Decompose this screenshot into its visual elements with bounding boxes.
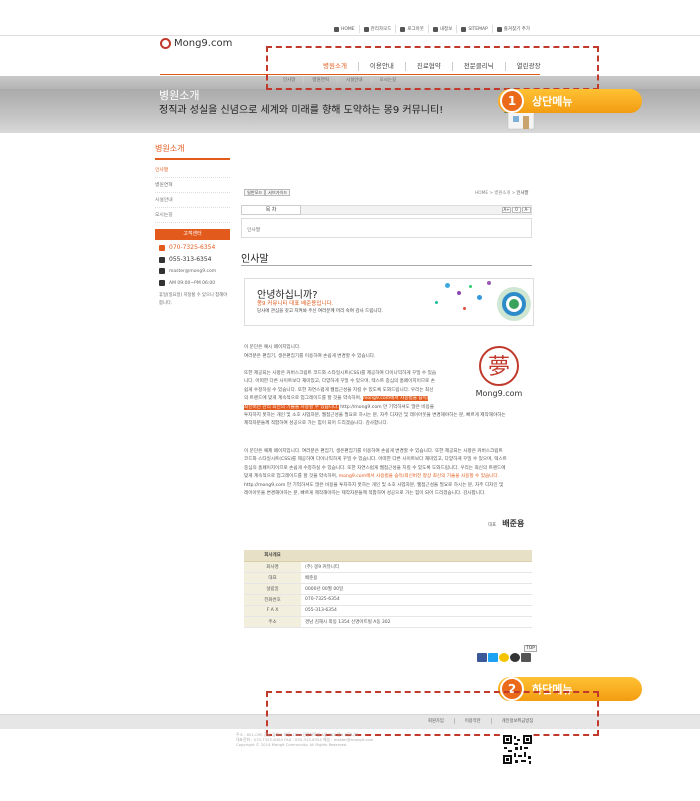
decor-dot <box>477 295 482 300</box>
table-row: 회사개요 <box>244 550 532 562</box>
greeting-box: 안녕하십니까? 몽9 커뮤니티 대표 배준용입니다. 당사에 관심을 갖고 지켜… <box>244 278 534 326</box>
gear-icon <box>363 26 369 32</box>
seal-character: 夢 <box>488 355 510 380</box>
util-sitemap[interactable]: SITEMAP <box>456 25 491 33</box>
company-info-table: 회사개요 회사명 (주) 몽9 커뮤니티 대표 배준용 설립일 0000년 00월 0… <box>244 550 532 628</box>
toc-list: 인사말 <box>241 218 532 238</box>
phone-icon <box>159 244 165 251</box>
font-size-control: A+ 0 A- <box>502 207 531 213</box>
banner-slogan: 정직과 성실을 신념으로 세계와 미래를 향해 도약하는 몽9 커뮤니티! <box>159 105 444 116</box>
mong9-seal-logo-icon: 夢 Mong9.com <box>476 346 523 398</box>
ceo-signature: 대표 배준용 <box>488 519 525 528</box>
body-paragraph-1-cont: 투자하지 못하는 개인 및 소호 사업자분, 웹접근성을 필요로 하시는 분, … <box>244 413 506 427</box>
bottom-menu-highlight <box>266 691 599 736</box>
toc-tab[interactable]: 목 차 <box>241 205 301 215</box>
customer-center-title: 고객센터 <box>155 229 230 240</box>
breadcrumb-current: 인사말 <box>516 191 529 196</box>
table-row: 회사명 (주) 몽9 커뮤니티 <box>244 561 532 573</box>
twitter-icon[interactable] <box>488 653 498 662</box>
home-icon <box>334 26 339 32</box>
table-row: F A X 055-313-6354 <box>244 605 532 617</box>
cs-email[interactable]: master@mong9.com <box>159 268 216 274</box>
callout-top-menu: 1 상단메뉴 <box>498 89 642 113</box>
sitemap-icon <box>461 26 467 32</box>
decor-dot <box>457 291 461 295</box>
mode-normal-button[interactable]: 일반모드 <box>244 189 266 196</box>
breadcrumb-section[interactable]: 병원소개 <box>494 191 510 196</box>
font-decrease-button[interactable]: A- <box>522 207 531 213</box>
decor-dot <box>469 285 472 288</box>
body-paragraph-2: 이 문단은 예제 페이지입니다. 여러분은 편집기, 생은편집기를 이용하여 손… <box>244 449 507 497</box>
sidebar-menu: 인사말 병원연혁 시설안내 오시는길 <box>155 163 230 223</box>
qr-code-icon <box>502 734 533 765</box>
sidebar-item-history[interactable]: 병원연혁 <box>155 178 230 193</box>
print-icon[interactable] <box>521 653 531 662</box>
top-menu-highlight <box>266 46 599 90</box>
user-icon <box>432 26 438 32</box>
util-bookmark[interactable]: 즐겨찾기 추가 <box>491 25 534 33</box>
cs-hours: AM 09:00~PM 06:00 <box>159 280 215 286</box>
mail-icon <box>159 268 165 274</box>
fax-icon <box>159 256 165 263</box>
page-title-divider <box>241 265 532 266</box>
seal-label: Mong9.com <box>476 389 523 398</box>
cs-fax: 055-313-6354 <box>159 256 212 263</box>
intro-paragraph: 이 문단은 예시 페이지입니다. 여러분은 편집기, 생은편집기를 이용하여 손… <box>244 345 376 359</box>
decor-dot <box>445 283 450 288</box>
sidebar-item-greeting[interactable]: 인사말 <box>155 163 230 178</box>
page-title: 인사말 <box>241 254 269 265</box>
font-increase-button[interactable]: A+ <box>502 207 511 213</box>
util-logout[interactable]: 로그아웃 <box>395 25 428 33</box>
cs-phone: 070-7325-6354 <box>159 244 215 251</box>
decor-circle <box>509 299 519 309</box>
sns-share <box>477 653 531 662</box>
table-row: 주소 경남 김해시 외동 1354 신명아트빌 A동 302 <box>244 616 532 628</box>
cs-note: 휴일(일요일) 지정될 수 있으니 참해야 합니다. <box>159 293 228 306</box>
decor-dot <box>463 307 466 310</box>
sidebar-title: 병원소개 <box>155 144 185 153</box>
facebook-icon[interactable] <box>477 653 487 662</box>
site-logo[interactable]: Mong9.com <box>160 38 232 49</box>
util-divider <box>0 35 700 36</box>
table-row: 대표 배준용 <box>244 572 532 584</box>
table-row: 전화번호 070-7325-6354 <box>244 594 532 606</box>
footer-address: 주소 : 621-090 경남 김해시 외동 1354 신명아트빌 A동 302… <box>236 732 374 748</box>
star-icon <box>496 26 502 32</box>
callout-label: 상단메뉴 <box>532 95 573 108</box>
clock-icon <box>159 280 165 286</box>
kakaostory-icon[interactable] <box>510 653 520 662</box>
util-myinfo[interactable]: 내정보 <box>427 25 456 33</box>
kakaotalk-icon[interactable] <box>499 653 509 662</box>
utility-bar: HOME 관리자모드 로그아웃 내정보 SITEMAP 즐겨찾기 추가 <box>330 24 534 34</box>
util-home[interactable]: HOME <box>330 25 359 33</box>
sub-guide-button[interactable]: 서브가이드 <box>265 189 291 196</box>
callout-number: 1 <box>500 89 524 113</box>
sidebar-item-facility[interactable]: 시설안내 <box>155 193 230 208</box>
lock-icon <box>400 26 406 32</box>
decor-dot <box>435 301 438 304</box>
sidebar-item-directions[interactable]: 오시는길 <box>155 208 230 223</box>
greeting-subheading: 몽9 커뮤니티 대표 배준용입니다. <box>257 301 334 307</box>
toc-item-greeting[interactable]: 인사말 <box>247 228 260 233</box>
util-admin[interactable]: 관리자모드 <box>358 25 396 33</box>
sidebar-title-underline <box>155 158 230 160</box>
decor-dot <box>487 281 491 285</box>
font-reset-button[interactable]: 0 <box>512 207 521 213</box>
breadcrumb-home[interactable]: HOME <box>475 191 488 196</box>
greeting-text: 당사에 관심을 갖고 지켜봐 주신 여러분께 머리 숙여 감사 드립니다. <box>257 309 384 314</box>
body-paragraph-1: 또한 제공되는 사항은 커버스크립트 코드와 스타일시트(CSS)를 제공하여 … <box>244 371 437 410</box>
breadcrumb: HOME > 병원소개 > 인사말 <box>475 191 529 196</box>
top-button[interactable]: TOP <box>524 645 538 652</box>
logo-icon <box>160 38 171 49</box>
table-row: 설립일 0000년 00월 00일 <box>244 583 532 595</box>
